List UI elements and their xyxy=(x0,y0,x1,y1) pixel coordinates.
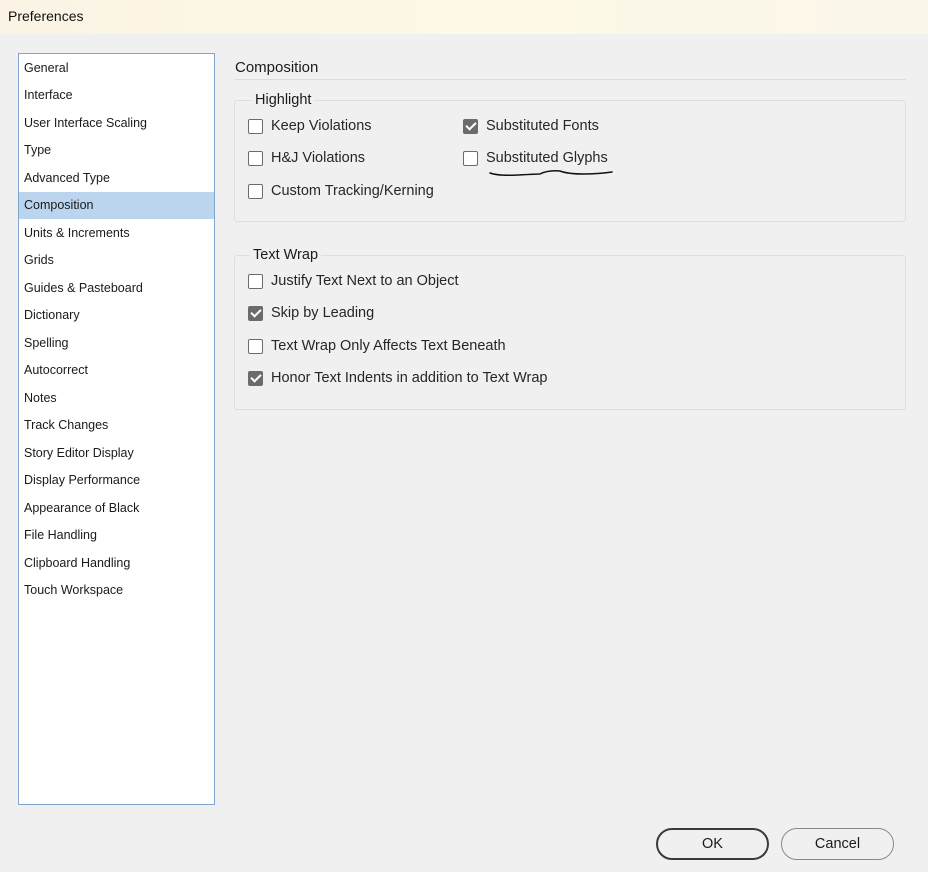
sidebar-item-touch-workspace[interactable]: Touch Workspace xyxy=(19,577,214,604)
handdrawn-underline-annotation xyxy=(489,170,613,176)
substituted-fonts-box[interactable] xyxy=(463,118,478,134)
substituted-fonts-checkbox[interactable]: Substituted Fonts xyxy=(463,115,599,137)
sidebar-item-clipboard-handling[interactable]: Clipboard Handling xyxy=(19,550,214,577)
sidebar-item-general[interactable]: General xyxy=(19,55,214,82)
text-wrap-group-label: Text Wrap xyxy=(250,247,322,263)
custom-tracking-kerning-checkbox[interactable]: Custom Tracking/Kerning xyxy=(248,180,434,202)
sidebar-item-type[interactable]: Type xyxy=(19,137,214,164)
custom-tracking-kerning-label: Custom Tracking/Kerning xyxy=(271,183,434,199)
honor-text-indents-box[interactable] xyxy=(248,370,263,386)
keep-violations-label: Keep Violations xyxy=(271,118,372,134)
substituted-fonts-label: Substituted Fonts xyxy=(486,118,599,134)
sidebar-item-track-changes[interactable]: Track Changes xyxy=(19,412,214,439)
justify-text-checkbox[interactable]: Justify Text Next to an Object xyxy=(248,270,459,292)
sidebar-item-composition[interactable]: Composition xyxy=(19,192,214,219)
sidebar-item-units-increments[interactable]: Units & Increments xyxy=(19,220,214,247)
substituted-glyphs-label: Substituted Glyphs xyxy=(486,150,608,166)
sidebar-item-autocorrect[interactable]: Autocorrect xyxy=(19,357,214,384)
sidebar-item-dictionary[interactable]: Dictionary xyxy=(19,302,214,329)
substituted-glyphs-box[interactable] xyxy=(463,150,478,166)
highlight-group-label: Highlight xyxy=(252,92,315,108)
justify-text-label: Justify Text Next to an Object xyxy=(271,273,459,289)
custom-tracking-kerning-box[interactable] xyxy=(248,183,263,199)
sidebar-item-display-performance[interactable]: Display Performance xyxy=(19,467,214,494)
honor-text-indents-label: Honor Text Indents in addition to Text W… xyxy=(271,370,548,386)
sidebar-item-interface[interactable]: Interface xyxy=(19,82,214,109)
honor-text-indents-checkbox[interactable]: Honor Text Indents in addition to Text W… xyxy=(248,367,547,389)
window-title: Preferences xyxy=(8,8,84,24)
substituted-glyphs-checkbox[interactable]: Substituted Glyphs xyxy=(463,147,608,169)
hj-violations-checkbox[interactable]: H&J Violations xyxy=(248,147,365,169)
skip-by-leading-box[interactable] xyxy=(248,305,263,321)
hj-violations-box[interactable] xyxy=(248,150,263,166)
sidebar-item-guides-pasteboard[interactable]: Guides & Pasteboard xyxy=(19,275,214,302)
sidebar-item-appearance-of-black[interactable]: Appearance of Black xyxy=(19,495,214,522)
title-bar: Preferences xyxy=(0,0,928,34)
title-divider xyxy=(235,79,906,80)
preferences-category-list[interactable]: General Interface User Interface Scaling… xyxy=(18,53,215,805)
page-title: Composition xyxy=(235,59,319,76)
sidebar-item-spelling[interactable]: Spelling xyxy=(19,330,214,357)
keep-violations-checkbox[interactable]: Keep Violations xyxy=(248,115,372,137)
sidebar-item-notes[interactable]: Notes xyxy=(19,385,214,412)
sidebar-item-story-editor-display[interactable]: Story Editor Display xyxy=(19,440,214,467)
text-wrap-affects-beneath-label: Text Wrap Only Affects Text Beneath xyxy=(271,338,506,354)
text-wrap-affects-beneath-box[interactable] xyxy=(248,338,263,354)
justify-text-box[interactable] xyxy=(248,273,263,289)
keep-violations-box[interactable] xyxy=(248,118,263,134)
cancel-button[interactable]: Cancel xyxy=(781,828,894,860)
text-wrap-affects-beneath-checkbox[interactable]: Text Wrap Only Affects Text Beneath xyxy=(248,335,506,357)
skip-by-leading-label: Skip by Leading xyxy=(271,305,375,321)
hj-violations-label: H&J Violations xyxy=(271,150,366,166)
sidebar-item-grids[interactable]: Grids xyxy=(19,247,214,274)
ok-button[interactable]: OK xyxy=(656,828,769,860)
sidebar-item-file-handling[interactable]: File Handling xyxy=(19,522,214,549)
sidebar-item-advanced-type[interactable]: Advanced Type xyxy=(19,165,214,192)
skip-by-leading-checkbox[interactable]: Skip by Leading xyxy=(248,302,374,324)
sidebar-item-user-interface-scaling[interactable]: User Interface Scaling xyxy=(19,110,214,137)
